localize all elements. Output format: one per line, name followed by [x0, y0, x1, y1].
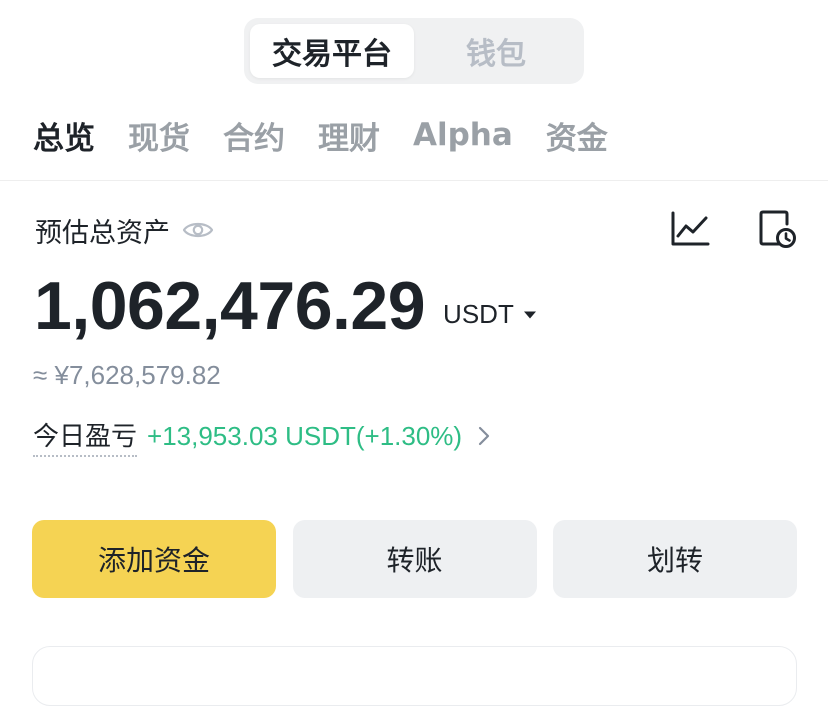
tabs-divider [0, 180, 828, 181]
chevron-right-icon [478, 426, 490, 446]
pnl-value: +13,953.03 USDT(+1.30%) [147, 420, 463, 451]
eye-icon[interactable] [182, 219, 214, 241]
internal-transfer-button[interactable]: 划转 [553, 520, 797, 598]
next-card [32, 646, 797, 706]
total-balance: 1,062,476.29 [34, 268, 426, 344]
tab-earn[interactable]: 理财 [318, 113, 380, 158]
segment-exchange[interactable]: 交易平台 [250, 24, 414, 78]
caret-down-icon [523, 311, 536, 318]
add-funds-button[interactable]: 添加资金 [32, 520, 276, 598]
balance-row: 1,062,476.29 USDT [34, 268, 537, 344]
today-pnl[interactable]: 今日盈亏 +13,953.03 USDT(+1.30%) [33, 416, 490, 457]
fiat-equivalent: ≈ ¥7,628,579.82 [33, 360, 221, 390]
tab-alpha[interactable]: Alpha [413, 117, 513, 153]
tab-funding[interactable]: 资金 [546, 113, 608, 158]
segment-wallet[interactable]: 钱包 [414, 24, 578, 78]
asset-tabs: 总览 现货 合约 理财 Alpha 资金 [33, 112, 641, 158]
pnl-label: 今日盈亏 [33, 416, 138, 457]
action-buttons: 添加资金 转账 划转 [32, 520, 797, 598]
history-icon[interactable] [757, 208, 797, 250]
platform-switch: 交易平台 钱包 [244, 18, 584, 84]
line-chart-icon[interactable] [669, 209, 711, 249]
currency-unit: USDT [443, 299, 514, 329]
tab-spot[interactable]: 现货 [128, 113, 190, 158]
estimated-assets-label: 预估总资产 [35, 217, 170, 249]
tab-overview[interactable]: 总览 [33, 113, 95, 158]
estimated-assets-header: 预估总资产 [35, 210, 214, 250]
tab-futures[interactable]: 合约 [223, 113, 285, 158]
transfer-button[interactable]: 转账 [292, 520, 537, 598]
currency-selector[interactable]: USDT [443, 299, 537, 330]
